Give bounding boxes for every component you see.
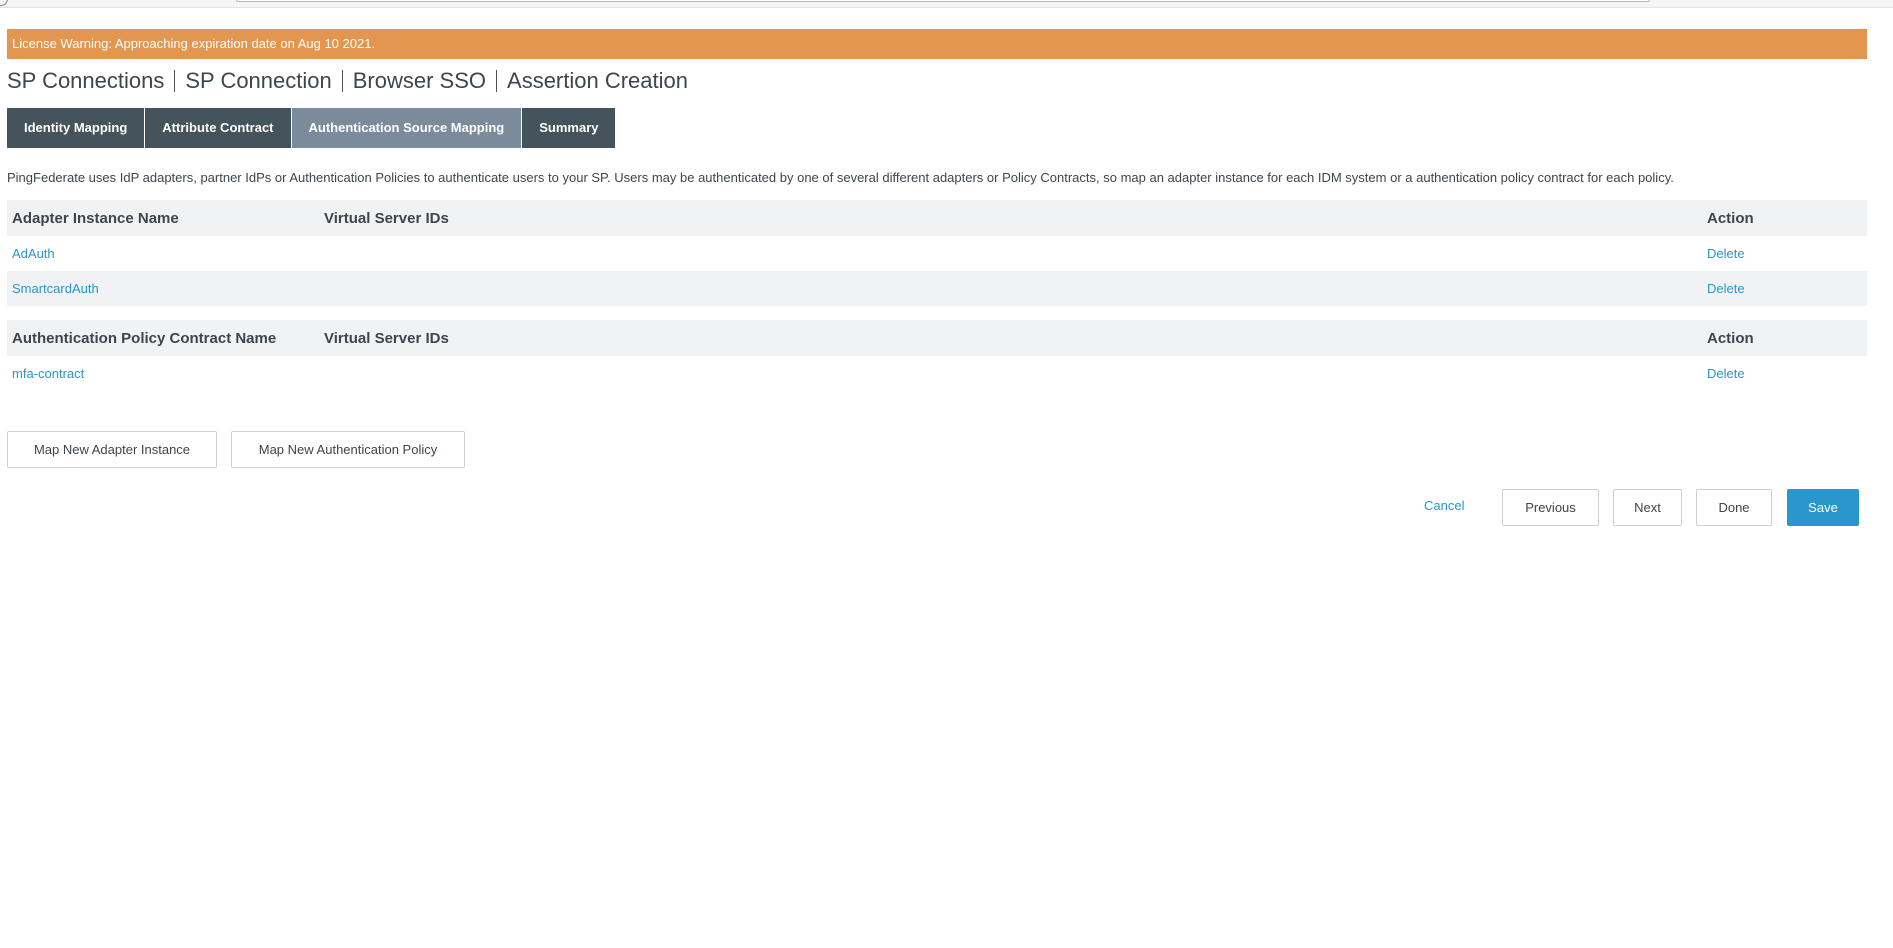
map-new-adapter-instance-button[interactable]: Map New Adapter Instance — [7, 431, 217, 468]
reload-icon[interactable] — [0, 0, 8, 6]
browser-chrome — [0, 0, 1893, 8]
license-warning-banner: License Warning: Approaching expiration … — [7, 29, 1867, 59]
breadcrumb-separator — [496, 70, 498, 92]
wizard-tabs: Identity Mapping Attribute Contract Auth… — [7, 108, 616, 148]
previous-button[interactable]: Previous — [1502, 489, 1599, 526]
table-row: AdAuth Delete — [7, 236, 1867, 271]
column-header-adapter-instance-name: Adapter Instance Name — [12, 209, 179, 227]
column-header-virtual-server-ids: Virtual Server IDs — [324, 209, 449, 227]
tab-summary[interactable]: Summary — [522, 108, 616, 148]
breadcrumb-separator — [174, 70, 176, 92]
tab-attribute-contract[interactable]: Attribute Contract — [145, 108, 291, 148]
breadcrumb: SP Connections SP Connection Browser SSO… — [7, 68, 688, 94]
page-description: PingFederate uses IdP adapters, partner … — [7, 170, 1674, 185]
adapter-link-adauth[interactable]: AdAuth — [12, 246, 55, 261]
adapter-link-smartcardauth[interactable]: SmartcardAuth — [12, 281, 99, 296]
breadcrumb-assertion-creation: Assertion Creation — [507, 68, 688, 93]
save-button[interactable]: Save — [1787, 489, 1859, 526]
column-header-virtual-server-ids: Virtual Server IDs — [324, 329, 449, 347]
delete-link[interactable]: Delete — [1707, 366, 1745, 381]
table-row: SmartcardAuth Delete — [7, 271, 1867, 306]
column-header-policy-contract-name: Authentication Policy Contract Name — [12, 329, 277, 347]
tab-identity-mapping[interactable]: Identity Mapping — [7, 108, 145, 148]
column-header-action: Action — [1707, 209, 1754, 227]
table-header-row: Adapter Instance Name Virtual Server IDs… — [7, 200, 1867, 236]
breadcrumb-sp-connections: SP Connections — [7, 68, 165, 93]
done-button[interactable]: Done — [1696, 489, 1772, 526]
tab-authentication-source-mapping[interactable]: Authentication Source Mapping — [291, 108, 522, 148]
breadcrumb-browser-sso: Browser SSO — [352, 68, 487, 93]
table-row: mfa-contract Delete — [7, 356, 1867, 391]
column-header-action: Action — [1707, 329, 1754, 347]
breadcrumb-separator — [341, 70, 343, 92]
cancel-button[interactable]: Cancel — [1424, 498, 1464, 513]
policy-contract-table: Authentication Policy Contract Name Virt… — [7, 320, 1867, 391]
map-new-authentication-policy-button[interactable]: Map New Authentication Policy — [231, 431, 465, 468]
policy-contract-link-mfa-contract[interactable]: mfa-contract — [12, 366, 84, 381]
next-button[interactable]: Next — [1613, 489, 1682, 526]
table-header-row: Authentication Policy Contract Name Virt… — [7, 320, 1867, 356]
adapter-instance-table: Adapter Instance Name Virtual Server IDs… — [7, 200, 1867, 306]
delete-link[interactable]: Delete — [1707, 281, 1745, 296]
delete-link[interactable]: Delete — [1707, 246, 1745, 261]
address-bar[interactable] — [236, 0, 1650, 2]
breadcrumb-sp-connection: SP Connection — [185, 68, 332, 93]
